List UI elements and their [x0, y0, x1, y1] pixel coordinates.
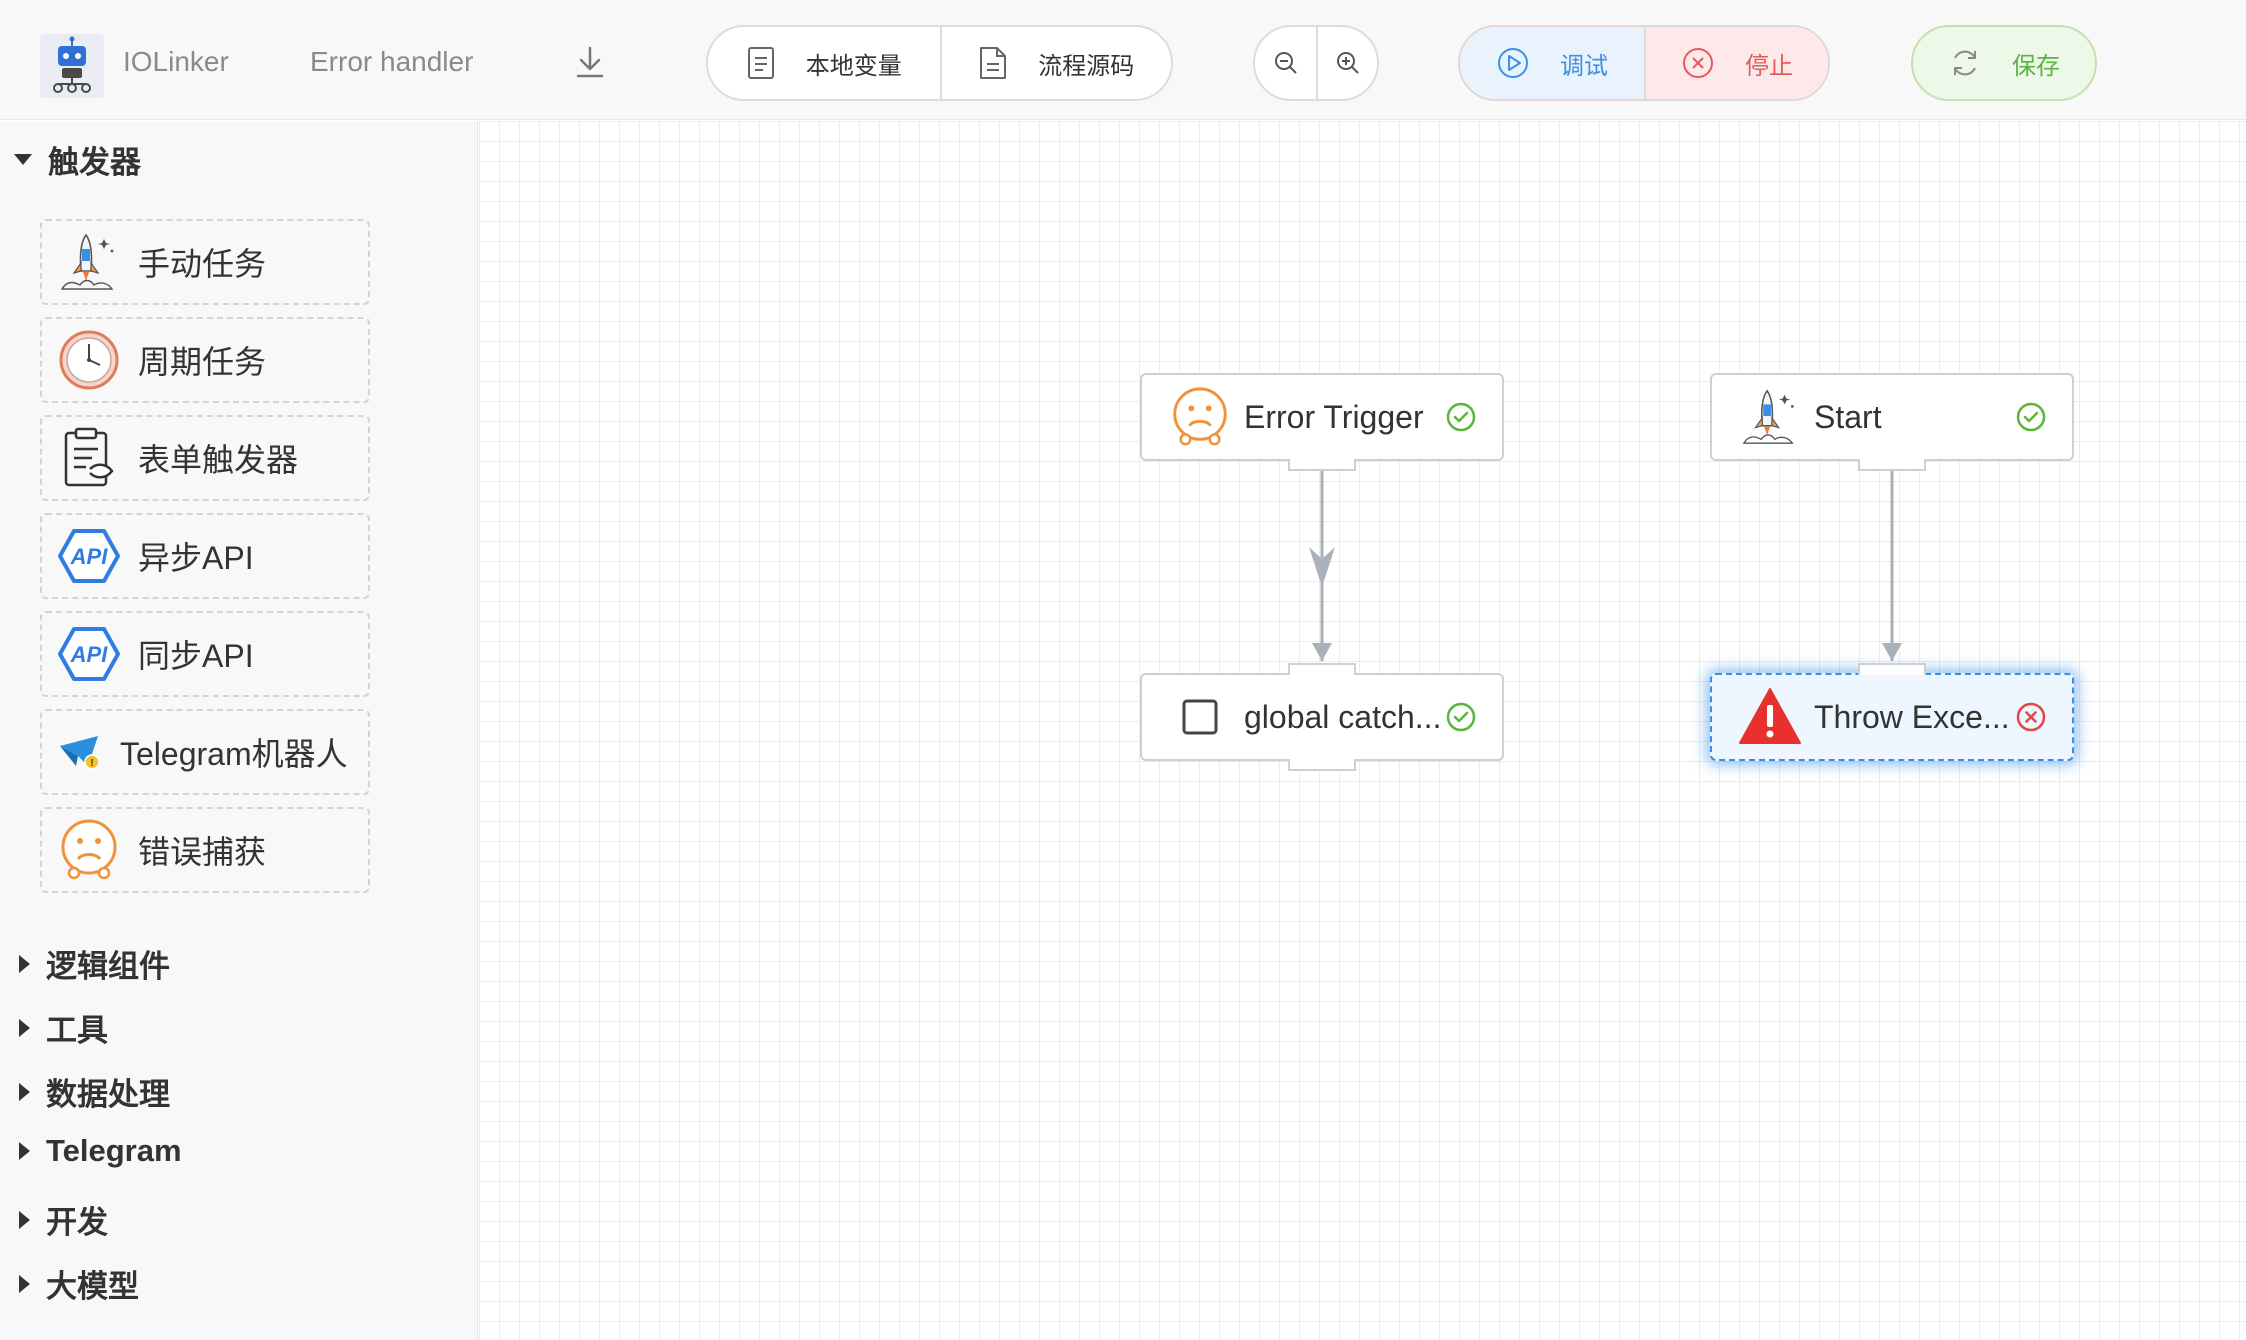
file-icon [980, 47, 1007, 79]
edge-arrow-icon [1312, 643, 1332, 661]
svg-text:API: API [70, 544, 109, 569]
clipboard-icon [56, 425, 122, 491]
caret-right-icon [19, 1018, 30, 1037]
play-icon [1498, 48, 1528, 78]
caret-right-icon [19, 1142, 30, 1160]
check-circle-icon [1446, 702, 1476, 732]
checkbox-icon [1168, 685, 1232, 749]
svg-text:API: API [70, 642, 109, 667]
save-button[interactable]: 保存 [1913, 27, 2095, 99]
zoom-in-icon [1336, 52, 1359, 74]
category-logic[interactable]: 逻辑组件 [14, 941, 170, 986]
app-name: IOLinker [123, 46, 229, 77]
svg-text:!: ! [90, 758, 93, 769]
run-button-group: 调试 停止 [1458, 25, 1830, 101]
vars-button-group: 本地变量 流程源码 [706, 25, 1173, 101]
component-periodic-task[interactable]: 周期任务 [40, 317, 370, 403]
check-circle-icon [1446, 402, 1476, 432]
source-code-button[interactable]: 流程源码 [939, 27, 1172, 99]
category-label: 数据处理 [46, 1077, 170, 1112]
caret-right-icon [19, 954, 30, 973]
category-telegram[interactable]: Telegram [14, 1133, 182, 1169]
category-label: 开发 [46, 1205, 108, 1240]
node-label: global catch... [1244, 698, 1442, 735]
api-icon: API [56, 523, 122, 589]
refresh-icon [1954, 50, 1976, 76]
clock-icon [56, 327, 122, 393]
node-label: Error Trigger [1244, 398, 1424, 435]
api-icon: API [56, 621, 122, 687]
caret-right-icon [19, 1210, 30, 1229]
node-start[interactable]: Start [1710, 373, 2074, 471]
stop-button[interactable]: 停止 [1644, 27, 1828, 99]
node-throw-exception[interactable]: Throw Exce... [1710, 663, 2074, 761]
check-circle-icon [2016, 402, 2046, 432]
debug-label: 调试 [1560, 52, 1608, 80]
save-label: 保存 [2012, 52, 2060, 80]
zoom-button-group [1253, 25, 1379, 101]
flow-name[interactable]: Error handler [310, 46, 473, 78]
category-label: 工具 [46, 1013, 108, 1048]
sad-face-icon [1168, 385, 1232, 449]
node-label: Start [1814, 398, 1882, 435]
local-vars-label: 本地变量 [805, 52, 902, 80]
node-output-port[interactable] [1858, 459, 1926, 471]
component-form-trigger[interactable]: 表单触发器 [40, 415, 370, 501]
warning-icon [1738, 685, 1802, 749]
caret-right-icon [19, 1274, 30, 1293]
debug-button[interactable]: 调试 [1460, 27, 1644, 99]
top-toolbar: IOLinker Error handler 本地变量 流程源码 调试 停止 保… [0, 0, 2246, 120]
category-llm[interactable]: 大模型 [14, 1261, 139, 1306]
local-vars-button[interactable]: 本地变量 [708, 27, 940, 99]
caret-right-icon [19, 1082, 30, 1101]
category-triggers[interactable]: 触发器 [14, 137, 141, 182]
component-label: 手动任务 [138, 246, 267, 282]
category-label: Telegram [46, 1133, 182, 1168]
sad-face-icon [56, 817, 122, 883]
node-label: Throw Exce... [1814, 698, 2010, 735]
download-icon[interactable] [570, 42, 610, 82]
category-data-processing[interactable]: 数据处理 [14, 1069, 170, 1114]
component-label: 同步API [138, 638, 254, 674]
caret-down-icon [14, 154, 32, 165]
zoom-in-button[interactable] [1316, 27, 1377, 99]
save-button-group: 保存 [1911, 25, 2097, 101]
component-label: 周期任务 [138, 344, 267, 380]
component-sidebar: 触发器 手动任务 周期任务 表单触发器 API 异步API API 同步API … [0, 121, 478, 1340]
component-label: 异步API [138, 540, 254, 576]
node-input-port[interactable] [1858, 663, 1926, 675]
edge-arrow-icon [1882, 643, 1902, 661]
node-output-port[interactable] [1288, 459, 1356, 471]
component-manual-task[interactable]: 手动任务 [40, 219, 370, 305]
zoom-out-button[interactable] [1255, 27, 1316, 99]
category-label: 触发器 [48, 145, 141, 180]
category-label: 逻辑组件 [46, 949, 170, 984]
component-telegram-bot[interactable]: ! Telegram机器人 [40, 709, 370, 795]
telegram-icon: ! [56, 719, 104, 785]
node-global-catch[interactable]: global catch... [1140, 663, 1504, 771]
component-error-catch[interactable]: 错误捕获 [40, 807, 370, 893]
component-label: 错误捕获 [138, 834, 267, 870]
stop-label: 停止 [1745, 52, 1793, 80]
category-development[interactable]: 开发 [14, 1197, 108, 1242]
node-error-trigger[interactable]: Error Trigger [1140, 373, 1504, 471]
rocket-icon [56, 229, 122, 295]
robot-logo-icon [40, 34, 104, 98]
error-circle-icon [2016, 702, 2046, 732]
source-code-label: 流程源码 [1038, 52, 1135, 80]
category-label: 大模型 [46, 1269, 139, 1304]
component-label: Telegram机器人 [120, 736, 348, 772]
component-label: 表单触发器 [138, 442, 299, 478]
node-output-port[interactable] [1288, 759, 1356, 771]
component-sync-api[interactable]: API 同步API [40, 611, 370, 697]
stop-circle-icon [1683, 48, 1713, 78]
rocket-icon [1738, 385, 1802, 449]
component-async-api[interactable]: API 异步API [40, 513, 370, 599]
node-input-port[interactable] [1288, 663, 1356, 675]
zoom-out-icon [1274, 52, 1297, 74]
document-icon [747, 47, 774, 79]
category-tools[interactable]: 工具 [14, 1005, 108, 1050]
flow-canvas[interactable]: Error Trigger global catch... Start Thro… [479, 121, 2246, 1340]
